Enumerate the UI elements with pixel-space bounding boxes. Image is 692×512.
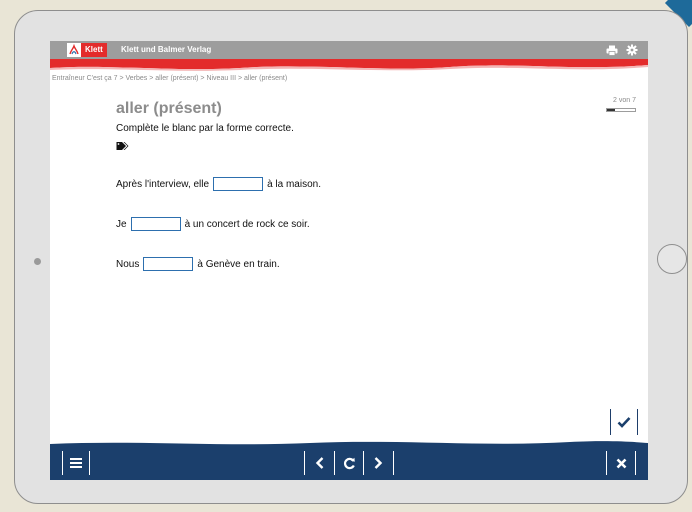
sentence-2-after: à un concert de rock ce soir. [184,218,310,230]
close-button[interactable] [606,451,636,475]
printer-icon[interactable] [606,44,618,56]
klett-logo: Klett [67,43,107,57]
menu-button[interactable] [62,451,90,475]
blank-input-2[interactable] [130,217,181,231]
page-title: aller (présent) [116,100,222,117]
tag-icon[interactable] [116,138,129,150]
progress-bar [606,108,636,112]
blank-input-1[interactable] [213,177,264,191]
refresh-icon [343,457,355,469]
close-icon [616,458,626,468]
sentence-1: Après l'interview, elle à la maison. [116,177,321,191]
logo-text: Klett [81,43,107,57]
klett-logo-mark [67,43,81,57]
header-wave [50,59,648,71]
progress-fill [607,109,616,111]
instruction-text: Complète le blanc par la forme correcte. [116,123,294,134]
checkmark-icon [617,417,631,428]
sentence-2-before: Je [116,218,127,230]
chevron-left-icon [315,457,324,469]
navigation-group [304,451,394,475]
chevron-right-icon [374,457,383,469]
sentence-2: Je à un concert de rock ce soir. [116,217,310,231]
menu-icon [70,458,82,468]
app-screen: Klett Klett und Balmer Verlag Entraîneur… [50,41,648,480]
previous-button[interactable] [306,451,334,475]
sentence-1-after: à la maison. [267,178,321,190]
check-button[interactable] [610,409,638,435]
sentence-3: Nous à Genève en train. [116,257,280,271]
top-bar: Klett Klett und Balmer Verlag [50,41,648,59]
publisher-name: Klett und Balmer Verlag [121,45,212,54]
breadcrumb: Entraîneur C'est ça 7 > Verbes > aller (… [52,75,288,82]
gear-icon[interactable] [626,44,638,56]
next-button[interactable] [364,451,392,475]
tablet-home-button[interactable] [657,244,687,274]
sentence-1-before: Après l'interview, elle [116,178,210,190]
sentence-3-before: Nous [116,258,140,270]
page-counter: 2 von 7 [613,97,636,104]
refresh-button[interactable] [334,451,364,475]
blank-input-3[interactable] [143,257,194,271]
sentence-3-after: à Genève en train. [197,258,280,270]
tablet-camera [34,258,41,265]
bottom-toolbar [50,447,648,480]
